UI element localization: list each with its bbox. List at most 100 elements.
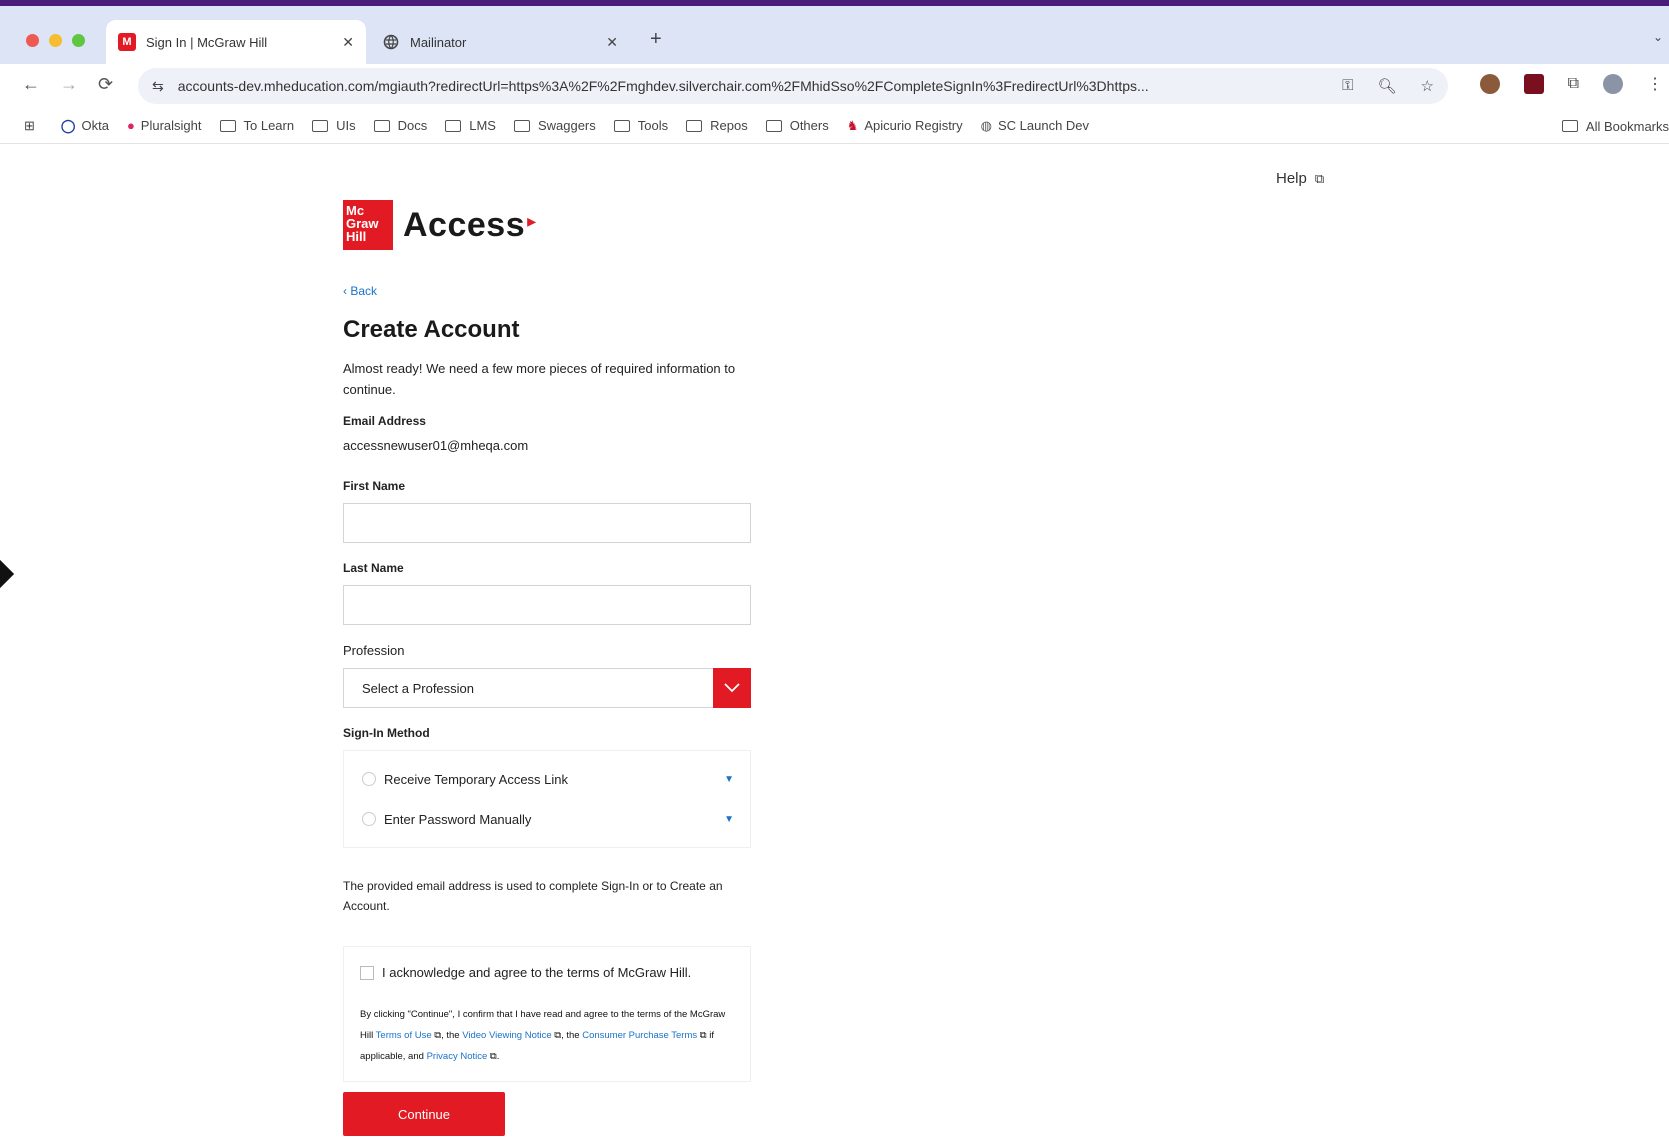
folder-icon	[219, 119, 236, 132]
bookmark-label: Tools	[637, 118, 669, 133]
okta-icon: ◯	[60, 117, 76, 133]
tab-mailinator[interactable]: Mailinator ✕	[370, 20, 630, 64]
page-content: Help ⧉ Mc Graw Hill Access ▸ ‹ Back Crea…	[0, 144, 1669, 1138]
email-label: Email Address	[343, 414, 426, 428]
method-label: Enter Password Manually	[384, 811, 532, 827]
method-label: Receive Temporary Access Link	[384, 771, 569, 787]
new-tab-button[interactable]: +	[650, 28, 662, 51]
privacy-notice-link[interactable]: Privacy Notice	[427, 1051, 488, 1062]
bookmark-pluralsight[interactable]: ● Pluralsight	[127, 118, 202, 133]
folder-icon	[312, 119, 329, 132]
caret-down-icon[interactable]: ▼	[724, 774, 734, 785]
method-option-password[interactable]: Enter Password Manually ▼	[362, 799, 734, 839]
continue-button[interactable]: Continue	[343, 1092, 505, 1136]
close-tab-icon[interactable]: ✕	[342, 34, 354, 51]
acknowledge-checkbox[interactable]	[360, 965, 374, 980]
all-bookmarks[interactable]: All Bookmarks	[1541, 108, 1669, 143]
help-label: Help	[1276, 170, 1307, 187]
tab-sign-in[interactable]: M Sign In | McGraw Hill ✕	[106, 20, 366, 64]
reload-icon[interactable]: ⟳	[98, 74, 113, 95]
profile-avatar[interactable]	[1603, 74, 1623, 94]
mcgraw-hill-access-logo: Mc Graw Hill Access ▸	[343, 200, 536, 250]
bookmark-to-learn[interactable]: To Learn	[219, 118, 295, 133]
consumer-purchase-terms-link[interactable]: Consumer Purchase Terms	[582, 1030, 697, 1041]
bookmark-label: Docs	[397, 118, 428, 133]
back-arrow-icon[interactable]: ←	[22, 74, 40, 95]
bookmark-repos[interactable]: Repos	[686, 118, 748, 133]
intro-text: Almost ready! We need a few more pieces …	[343, 361, 736, 397]
apps-grid-icon[interactable]: ⊞	[24, 118, 35, 134]
extension-cookie-icon[interactable]	[1479, 74, 1500, 94]
bookmark-label: UIs	[336, 118, 356, 133]
mcgraw-hill-logo-box: Mc Graw Hill	[343, 200, 393, 250]
address-bar[interactable]: ⇆ accounts-dev.mheducation.com/mgiauth?r…	[138, 68, 1448, 104]
bookmark-label: LMS	[469, 118, 496, 133]
bookmark-others[interactable]: Others	[765, 118, 829, 133]
profession-select[interactable]: Select a Profession	[343, 668, 751, 708]
bookmark-sc-launch-dev[interactable]: ◍ SC Launch Dev	[981, 118, 1089, 134]
last-name-field[interactable]	[343, 585, 751, 625]
side-panel-handle[interactable]	[0, 559, 15, 589]
first-name-label: First Name	[343, 479, 406, 493]
video-viewing-notice-link[interactable]: Video Viewing Notice	[462, 1030, 551, 1041]
bookmark-star-icon[interactable]: ☆	[1421, 77, 1434, 95]
minimize-window-button[interactable]	[49, 34, 62, 47]
signin-method-label: Sign-In Method	[343, 726, 430, 740]
browser-menu-icon[interactable]: ⋮	[1647, 74, 1663, 94]
terms-of-use-link[interactable]: Terms of Use	[376, 1030, 432, 1041]
fine-text: , the	[561, 1030, 583, 1041]
password-key-icon[interactable]: ⚿	[1342, 77, 1353, 95]
site-settings-icon[interactable]: ⇆	[152, 78, 164, 95]
fine-text: , the	[441, 1030, 463, 1041]
logo-line: Hill	[346, 229, 367, 244]
last-name-label: Last Name	[343, 561, 404, 575]
caret-down-icon[interactable]: ▼	[724, 814, 734, 825]
folder-icon	[765, 119, 782, 132]
create-account-form: ‹ Back Create Account Almost ready! We n…	[343, 284, 753, 1136]
back-link[interactable]: ‹ Back	[343, 284, 753, 298]
radio-button[interactable]	[362, 772, 376, 786]
external-link-icon: ⧉	[1314, 170, 1325, 186]
extension-red-icon[interactable]	[1523, 74, 1544, 94]
zoom-icon[interactable]: 🔍︎	[1378, 77, 1397, 95]
bookmark-label: To Learn	[243, 118, 295, 133]
help-link[interactable]: Help ⧉	[1276, 170, 1324, 187]
bookmark-label: SC Launch Dev	[997, 118, 1090, 133]
bookmark-label: Repos	[710, 118, 748, 133]
tab-search-chevron-icon[interactable]: ⌄	[1653, 30, 1663, 44]
email-notice: The provided email address is used to co…	[343, 879, 723, 913]
first-name-field[interactable]	[343, 503, 751, 543]
acknowledge-label: I acknowledge and agree to the terms of …	[382, 965, 692, 980]
close-tab-icon[interactable]: ✕	[606, 34, 618, 51]
globe-icon	[382, 33, 400, 51]
bookmark-tools[interactable]: Tools	[613, 118, 669, 133]
folder-icon	[373, 119, 390, 132]
forward-arrow-icon[interactable]: →	[60, 74, 78, 95]
extensions-area: ⧉ ⋮	[1479, 74, 1669, 94]
maximize-window-button[interactable]	[72, 34, 85, 47]
fine-text: .	[496, 1051, 500, 1062]
acknowledge-row[interactable]: I acknowledge and agree to the terms of …	[360, 965, 734, 980]
tab-title: Sign In | McGraw Hill	[146, 34, 268, 50]
chevron-down-icon[interactable]	[713, 668, 751, 708]
access-wordmark: Access	[403, 205, 526, 244]
mcgraw-hill-favicon-icon: M	[118, 33, 136, 51]
bookmark-okta[interactable]: ◯ Okta	[61, 118, 109, 134]
bookmark-label: Others	[789, 118, 829, 133]
apicurio-icon: ♞	[846, 117, 859, 133]
tab-title: Mailinator	[410, 34, 467, 50]
extensions-puzzle-icon[interactable]: ⧉	[1568, 75, 1579, 93]
bookmark-label: Pluralsight	[140, 118, 202, 133]
bookmark-label: Swaggers	[537, 118, 596, 133]
url-text[interactable]: accounts-dev.mheducation.com/mgiauth?red…	[178, 78, 1326, 94]
radio-button[interactable]	[362, 812, 376, 826]
close-window-button[interactable]	[26, 34, 39, 47]
bookmark-swaggers[interactable]: Swaggers	[513, 118, 596, 133]
bookmark-lms[interactable]: LMS	[445, 118, 496, 133]
bookmark-uis[interactable]: UIs	[312, 118, 356, 133]
bookmark-apicurio-registry[interactable]: ♞ Apicurio Registry	[847, 118, 963, 134]
page-title: Create Account	[343, 316, 520, 343]
bookmark-docs[interactable]: Docs	[373, 118, 428, 133]
method-option-temporary-link[interactable]: Receive Temporary Access Link ▼	[362, 759, 734, 799]
folder-icon	[613, 119, 630, 132]
